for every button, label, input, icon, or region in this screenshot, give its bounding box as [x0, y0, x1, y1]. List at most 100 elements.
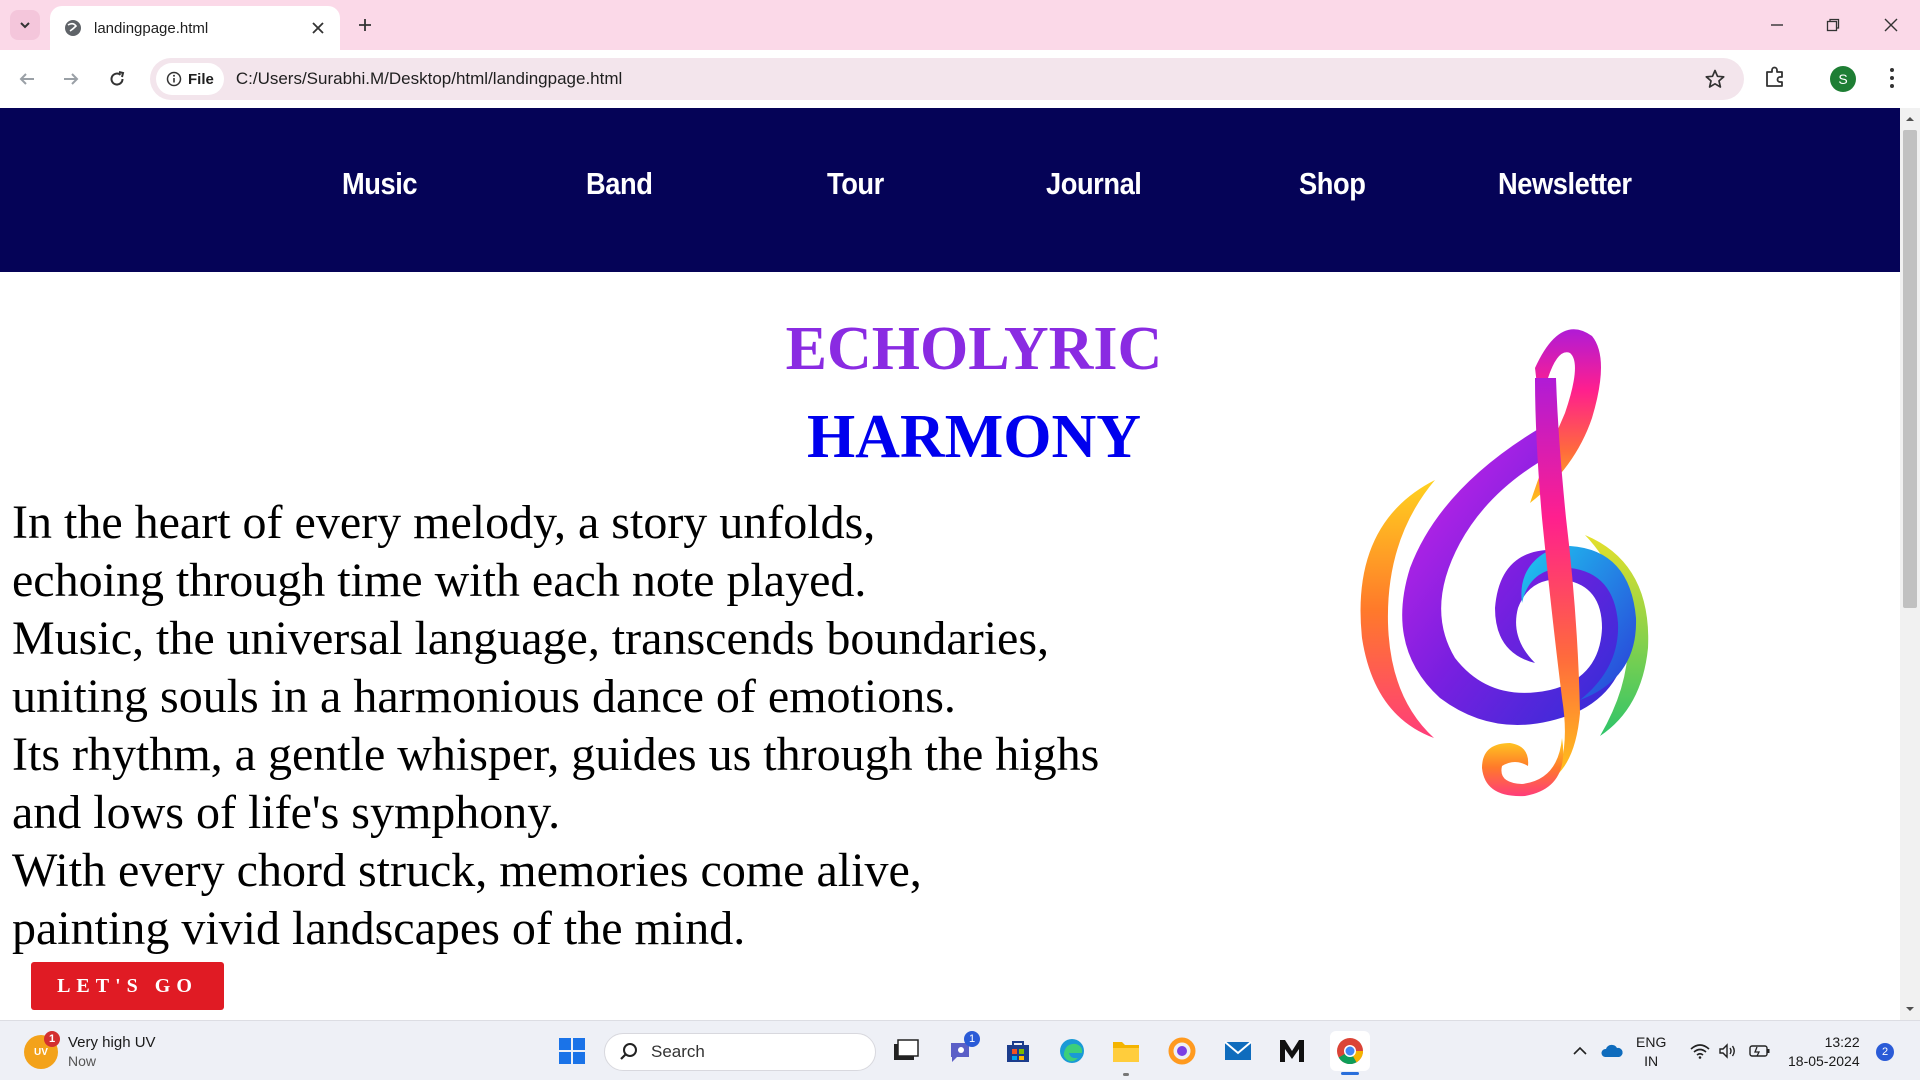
arrow-left-icon — [19, 73, 34, 85]
app-circle-button[interactable] — [1166, 1035, 1198, 1067]
edge-browser-button[interactable] — [1056, 1035, 1088, 1067]
language-line2: IN — [1644, 1053, 1659, 1069]
poem-line: echoing through time with each note play… — [12, 554, 867, 607]
chrome-icon — [1337, 1038, 1364, 1065]
weather-widget[interactable]: UV 1 Very high UV Now — [24, 1031, 156, 1071]
language-indicator[interactable]: ENG IN — [1636, 1033, 1666, 1071]
forward-button[interactable] — [56, 64, 86, 94]
poem-line: With every chord struck, memories come a… — [12, 844, 922, 897]
nav-link-journal[interactable]: Journal — [1046, 166, 1142, 202]
onedrive-button[interactable] — [1596, 1035, 1628, 1067]
tab-search-button[interactable] — [10, 10, 40, 40]
store-bag-icon — [1007, 1041, 1029, 1062]
weather-title: Very high UV — [68, 1034, 156, 1051]
m-app-button[interactable] — [1276, 1035, 1308, 1067]
copilot-ring-icon — [1168, 1037, 1196, 1065]
battery-icon — [1749, 1045, 1770, 1057]
poem-line: Music, the universal language, transcend… — [12, 612, 1050, 665]
address-bar[interactable]: File C:/Users/Surabhi.M/Desktop/html/lan… — [150, 58, 1744, 100]
page-viewport: Music Band Tour Journal Shop Newsletter … — [0, 108, 1900, 1020]
weather-subtitle: Now — [68, 1053, 97, 1069]
mail-button[interactable] — [1222, 1035, 1254, 1067]
poem-line: Its rhythm, a gentle whisper, guides us … — [12, 728, 1100, 781]
chevron-down-icon — [20, 22, 30, 29]
url-text[interactable]: C:/Users/Surabhi.M/Desktop/html/landingp… — [236, 69, 622, 89]
taskbar-search-box[interactable]: Search — [604, 1033, 876, 1071]
restore-icon — [1826, 18, 1840, 32]
bookmark-star-icon[interactable] — [1704, 68, 1726, 90]
task-view-button[interactable] — [890, 1035, 922, 1067]
poem-line: and lows of life's symphony. — [12, 786, 561, 839]
edge-icon — [1060, 1039, 1084, 1063]
nav-link-tour[interactable]: Tour — [827, 166, 884, 202]
uv-sun-icon: UV 1 — [24, 1031, 60, 1069]
nav-link-shop[interactable]: Shop — [1299, 166, 1366, 202]
poem-line: painting vivid landscapes of the mind. — [12, 902, 746, 955]
volume-button[interactable] — [1712, 1035, 1744, 1067]
page-scrollbar[interactable] — [1900, 108, 1920, 1020]
clock-time: 13:22 — [1824, 1034, 1860, 1050]
show-hidden-icons-button[interactable] — [1564, 1035, 1596, 1067]
file-explorer-button[interactable] — [1110, 1035, 1142, 1076]
poem-line: In the heart of every melody, a story un… — [12, 496, 876, 549]
nav-link-band[interactable]: Band — [586, 166, 653, 202]
new-tab-button[interactable] — [352, 12, 378, 38]
explorer-running-indicator — [1123, 1073, 1129, 1076]
close-icon — [1884, 18, 1898, 32]
teams-chat-button[interactable]: 1 — [946, 1031, 980, 1067]
poem-text: In the heart of every melody, a story un… — [12, 494, 1099, 958]
browser-toolbar: File C:/Users/Surabhi.M/Desktop/html/lan… — [0, 50, 1920, 108]
chrome-button[interactable] — [1330, 1031, 1370, 1075]
reload-button[interactable] — [102, 64, 132, 94]
profile-avatar[interactable]: S — [1830, 66, 1856, 92]
search-icon — [620, 1043, 637, 1060]
nav-link-newsletter[interactable]: Newsletter — [1498, 166, 1632, 202]
lets-go-button[interactable]: LET'S GO — [31, 962, 224, 1010]
speaker-icon — [1719, 1043, 1735, 1059]
browser-tab-strip: landingpage.html — [0, 0, 1920, 50]
windows-taskbar: UV 1 Very high UV Now Search 1 ENG IN 13… — [0, 1020, 1920, 1080]
site-info-chip[interactable]: File — [156, 63, 224, 95]
weather-badge: 1 — [44, 1031, 60, 1047]
onedrive-cloud-icon — [1601, 1044, 1623, 1057]
back-button[interactable] — [12, 64, 42, 94]
scrollbar-thumb[interactable] — [1903, 130, 1917, 608]
minimize-icon — [1771, 24, 1783, 26]
globe-icon — [65, 20, 81, 36]
site-navigation: Music Band Tour Journal Shop Newsletter — [0, 108, 1900, 272]
language-line1: ENG — [1636, 1034, 1667, 1050]
reload-icon — [110, 71, 125, 86]
minimize-button[interactable] — [1762, 10, 1792, 40]
info-icon — [166, 71, 182, 87]
nav-link-music[interactable]: Music — [342, 166, 418, 202]
arrow-right-icon — [64, 73, 79, 85]
clock[interactable]: 13:22 18-05-2024 — [1788, 1033, 1860, 1071]
wifi-icon — [1690, 1044, 1710, 1059]
taskbar-search-placeholder: Search — [651, 1042, 705, 1061]
uv-icon-text: UV — [34, 1046, 48, 1058]
battery-button[interactable] — [1744, 1035, 1776, 1067]
scroll-down-arrow-icon[interactable] — [1905, 1004, 1915, 1014]
mail-icon — [1224, 1041, 1252, 1060]
close-window-button[interactable] — [1876, 10, 1906, 40]
notification-badge[interactable]: 2 — [1876, 1043, 1894, 1061]
close-tab-icon[interactable] — [310, 20, 326, 36]
clock-date: 18-05-2024 — [1788, 1053, 1860, 1069]
extensions-puzzle-icon[interactable] — [1762, 64, 1788, 90]
chrome-active-indicator — [1341, 1072, 1359, 1075]
start-button[interactable] — [556, 1035, 588, 1067]
treble-clef-icon — [1360, 329, 1649, 797]
teams-badge: 1 — [964, 1031, 980, 1047]
browser-tab-active[interactable]: landingpage.html — [50, 6, 340, 50]
m-logo-icon — [1280, 1040, 1304, 1062]
task-view-icon — [894, 1039, 919, 1060]
tab-title: landingpage.html — [94, 19, 209, 37]
more-vert-icon[interactable] — [1882, 64, 1902, 92]
chevron-up-icon — [1573, 1046, 1587, 1055]
microsoft-store-button[interactable] — [1002, 1035, 1034, 1067]
windows-logo-icon — [559, 1038, 585, 1064]
restore-button[interactable] — [1818, 10, 1848, 40]
poem-line: uniting souls in a harmonious dance of e… — [12, 670, 956, 723]
scroll-up-arrow-icon[interactable] — [1905, 114, 1915, 124]
plus-icon — [359, 19, 371, 31]
